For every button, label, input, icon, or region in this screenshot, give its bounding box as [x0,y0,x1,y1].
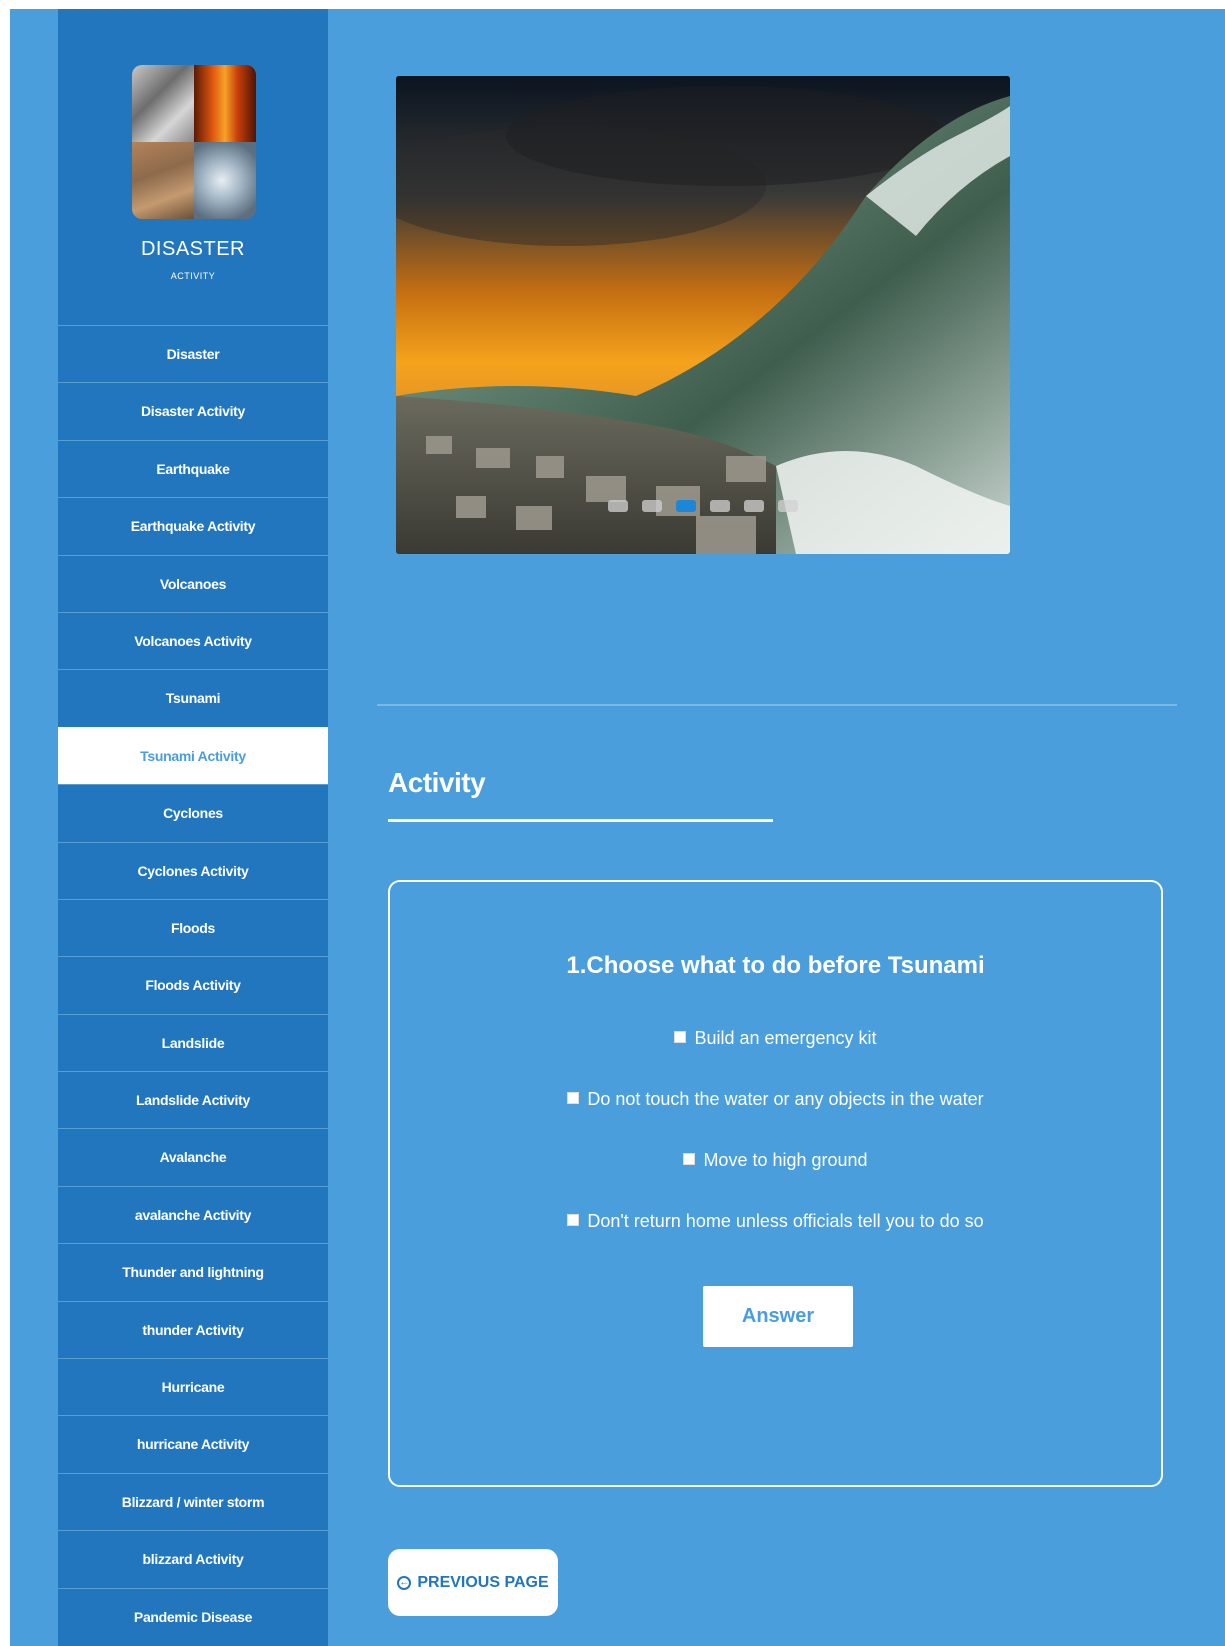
sidebar-item-thunder-and-lightning[interactable]: Thunder and lightning [58,1243,328,1300]
sidebar-item-avalanche-activity[interactable]: avalanche Activity [58,1185,328,1243]
logo-flood-tile [132,142,194,219]
slider-dot[interactable] [642,500,662,512]
option-label: Build an emergency kit [694,1028,877,1048]
brand-subtitle: ACTIVITY [170,271,216,281]
sidebar-item-floods-activity[interactable]: Floods Activity [58,956,328,1013]
logo-earthquake-tile [132,65,194,142]
sidebar-item-blizzard-activity[interactable]: blizzard Activity [58,1530,328,1587]
image-slider [396,76,1010,554]
brand-title: DISASTER [140,238,246,260]
brand: DISASTER ACTIVITY [58,9,328,325]
section-divider [377,704,1177,706]
disaster-logo [132,65,256,219]
checkbox[interactable] [567,1092,580,1104]
circle-arrow-left-icon: ← [397,1575,412,1590]
sidebar-item-earthquake-activity[interactable]: Earthquake Activity [58,497,328,554]
sidebar-item-blizzard-winter-storm[interactable]: Blizzard / winter storm [58,1472,328,1530]
slider-dot[interactable] [676,500,696,512]
sidebar-item-pandemic-disease[interactable]: Pandemic Disease [58,1587,328,1645]
slider-dot[interactable] [710,500,730,512]
tsunami-image [396,76,1010,554]
option-label: Don't return home unless officials tell … [587,1211,984,1231]
sidebar-item-hurricane[interactable]: Hurricane [58,1358,328,1415]
sidebar-item-landslide[interactable]: Landslide [58,1013,328,1071]
sidebar-item-cyclones-activity[interactable]: Cyclones Activity [58,841,328,899]
option-item[interactable]: Don't return home unless officials tell … [390,1211,1161,1232]
option-label: Do not touch the water or any objects in… [587,1089,984,1109]
sidebar-item-floods[interactable]: Floods [58,898,328,956]
slider-dot[interactable] [608,500,628,512]
activity-heading: Activity [388,767,486,798]
sidebar-item-landslide-activity[interactable]: Landslide Activity [58,1071,328,1128]
slider-dot[interactable] [778,500,798,512]
checkbox[interactable] [683,1153,696,1165]
slider-dot[interactable] [744,500,764,512]
quiz-card: 1.Choose what to do before Tsunami Build… [388,880,1163,1487]
sidebar-nav: Disaster Disaster Activity Earthquake Earth… [58,325,328,1645]
sidebar-item-thunder-activity[interactable]: thunder Activity [58,1300,328,1358]
page: DISASTER ACTIVITY Disaster Disaster Activ… [10,9,1225,1646]
logo-cyclone-tile [194,142,256,219]
sidebar-item-hurricane-activity[interactable]: hurricane Activity [58,1415,328,1472]
question-text: 1.Choose what to do before Tsunami [566,952,985,979]
option-label: Move to high ground [703,1150,868,1170]
sidebar-item-tsunami[interactable]: Tsunami [58,669,328,726]
option-item[interactable]: Build an emergency kit [390,1028,1161,1049]
heading-underline [388,819,773,822]
sidebar-item-disaster[interactable]: Disaster [58,325,328,382]
logo-fire-tile [194,65,256,142]
option-item[interactable]: Move to high ground [390,1150,1161,1171]
previous-page-label: PREVIOUS PAGE [417,1573,549,1591]
sidebar-item-tsunami-activity[interactable]: Tsunami Activity [58,726,328,785]
option-item[interactable]: Do not touch the water or any objects in… [390,1089,1161,1110]
checkbox[interactable] [674,1031,687,1043]
sidebar-item-volcanoes-activity[interactable]: Volcanoes Activity [58,611,328,669]
sidebar-item-disaster-activity[interactable]: Disaster Activity [58,382,328,439]
checkbox[interactable] [567,1214,580,1226]
slider-dots [396,500,1010,512]
sidebar-item-avalanche[interactable]: Avalanche [58,1128,328,1185]
sidebar: DISASTER ACTIVITY Disaster Disaster Activ… [58,9,328,1646]
sidebar-item-volcanoes[interactable]: Volcanoes [58,554,328,612]
sidebar-item-cyclones[interactable]: Cyclones [58,784,328,841]
previous-page-button[interactable]: ← PREVIOUS PAGE [388,1549,558,1616]
answer-button[interactable]: Answer [703,1286,853,1347]
sidebar-item-earthquake[interactable]: Earthquake [58,439,328,497]
